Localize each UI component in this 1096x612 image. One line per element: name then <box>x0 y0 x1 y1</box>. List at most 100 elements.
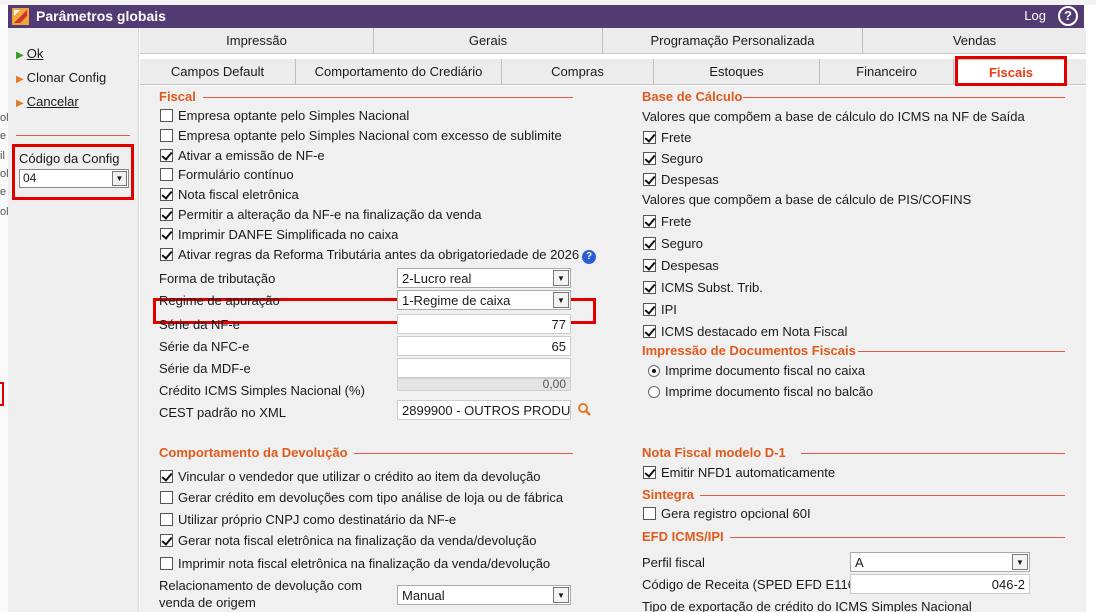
chevron-down-icon[interactable]: ▼ <box>1012 554 1028 570</box>
checkbox-box[interactable] <box>160 188 173 201</box>
config-code-label: Código da Config <box>19 151 120 166</box>
checkbox-nota-fiscal-eletronica[interactable]: Nota fiscal eletrônica <box>160 187 299 202</box>
forma-tributacao-select[interactable]: 2-Lucro real ▼ <box>397 268 571 288</box>
checkbox-gerar-nfe-devolucao[interactable]: Gerar nota fiscal eletrônica na finaliza… <box>160 533 536 548</box>
fiscais-content: Fiscal Empresa optante pelo Simples Naci… <box>140 86 1086 612</box>
perfil-fiscal-label: Perfil fiscal <box>642 555 705 570</box>
search-icon[interactable] <box>577 402 592 417</box>
checkbox-box[interactable] <box>160 470 173 483</box>
help-icon[interactable]: ? <box>582 250 597 264</box>
cancel-label: Cancelar <box>26 94 79 109</box>
checkbox-vincular-vendedor[interactable]: Vincular o vendedor que utilizar o crédi… <box>160 469 541 484</box>
clone-config-button[interactable]: ▶ Clonar Config <box>16 70 106 85</box>
checkbox-box[interactable] <box>160 513 173 526</box>
checkbox-box[interactable] <box>643 259 656 272</box>
checkbox-emissao-nfe[interactable]: Ativar a emissão de NF-e <box>160 148 325 163</box>
checkbox-gerar-credito[interactable]: Gerar crédito em devoluções com tipo aná… <box>160 490 563 505</box>
checkbox-pis-icms-st[interactable]: ICMS Subst. Trib. <box>643 280 763 295</box>
tab-compras[interactable]: Compras <box>502 59 654 85</box>
serie-mdfe-input[interactable] <box>397 358 571 378</box>
checkbox-pis-icms-destacado[interactable]: ICMS destacado em Nota Fiscal <box>643 324 847 339</box>
checkbox-box[interactable] <box>160 557 173 570</box>
radio-imprime-caixa[interactable]: Imprime documento fiscal no caixa <box>648 363 865 378</box>
checkbox-pis-frete[interactable]: Frete <box>643 214 691 229</box>
radio-imprime-balcao[interactable]: Imprime documento fiscal no balcão <box>648 384 873 398</box>
codigo-receita-input[interactable]: 046-2 <box>850 574 1030 594</box>
checkbox-icms-despesas[interactable]: Despesas <box>643 172 719 187</box>
serie-nfce-input[interactable]: 65 <box>397 336 571 356</box>
ok-button[interactable]: ▶ Ok <box>16 46 43 61</box>
radio-button[interactable] <box>648 386 660 398</box>
section-divider <box>354 453 573 454</box>
chevron-down-icon[interactable]: ▼ <box>553 292 569 308</box>
tab-vendas[interactable]: Vendas <box>863 28 1086 54</box>
checkbox-registro-60i[interactable]: Gera registro opcional 60I <box>643 506 811 521</box>
section-devolucao-title: Comportamento da Devolução <box>159 445 348 460</box>
cancel-button[interactable]: ▶ Cancelar <box>16 94 79 109</box>
chevron-down-icon[interactable]: ▼ <box>553 270 569 286</box>
help-icon[interactable]: ? <box>1058 6 1078 26</box>
section-base-calculo-title: Base de Cálculo <box>642 89 743 104</box>
checkbox-box[interactable] <box>643 152 656 165</box>
checkbox-box[interactable] <box>160 228 173 240</box>
checkbox-box[interactable] <box>643 131 656 144</box>
checkbox-label: Imprimir nota fiscal eletrônica na final… <box>178 556 551 571</box>
clone-config-label: Clonar Config <box>26 70 107 85</box>
checkbox-box[interactable] <box>160 149 173 162</box>
relacionamento-label-2: venda de origem <box>159 595 256 610</box>
checkbox-box[interactable] <box>643 466 656 479</box>
checkbox-label: Ativar a emissão de NF-e <box>178 148 325 163</box>
chevron-down-icon[interactable]: ▼ <box>112 171 127 186</box>
checkbox-pis-ipi[interactable]: IPI <box>643 302 677 317</box>
checkbox-imprimir-nfe-devolucao[interactable]: Imprimir nota fiscal eletrônica na final… <box>160 556 550 571</box>
tab-programacao-personalizada[interactable]: Programação Personalizada <box>603 28 863 54</box>
checkbox-box[interactable] <box>160 109 173 122</box>
log-button[interactable]: Log <box>1024 8 1046 23</box>
radio-button[interactable] <box>648 365 660 377</box>
tab-comportamento-crediario[interactable]: Comportamento do Crediário <box>296 59 502 85</box>
checkbox-box[interactable] <box>160 491 173 504</box>
checkbox-box[interactable] <box>643 281 656 294</box>
regime-apuracao-select[interactable]: 1-Regime de caixa ▼ <box>397 290 571 310</box>
tab-impressao[interactable]: Impressão <box>140 28 374 54</box>
checkbox-simples-nacional[interactable]: Empresa optante pelo Simples Nacional <box>160 108 409 123</box>
chevron-down-icon[interactable]: ▼ <box>553 587 569 603</box>
checkbox-emitir-nfd1[interactable]: Emitir NFD1 automaticamente <box>643 465 835 480</box>
checkbox-simples-sublimite[interactable]: Empresa optante pelo Simples Nacional co… <box>160 128 562 143</box>
cest-input[interactable]: 2899900 - OUTROS PRODUTOS <box>397 400 571 420</box>
checkbox-icms-frete[interactable]: Frete <box>643 130 691 145</box>
checkbox-box[interactable] <box>643 215 656 228</box>
checkbox-proprio-cnpj[interactable]: Utilizar próprio CNPJ como destinatário … <box>160 512 456 527</box>
checkbox-box[interactable] <box>643 325 656 338</box>
checkbox-danfe-simplificada[interactable]: Imprimir DANFE Simplificada no caixa <box>160 227 398 240</box>
checkbox-box[interactable] <box>160 248 173 261</box>
section-efd-title: EFD ICMS/IPI <box>642 529 724 544</box>
checkbox-box[interactable] <box>160 168 173 181</box>
checkbox-label: Despesas <box>661 172 719 187</box>
config-code-select[interactable]: 04 ▼ <box>19 169 129 188</box>
tab-campos-default[interactable]: Campos Default <box>140 59 296 85</box>
checkbox-box[interactable] <box>643 173 656 186</box>
window-title: Parâmetros globais <box>36 8 166 24</box>
checkbox-box[interactable] <box>160 534 173 547</box>
checkbox-box[interactable] <box>643 507 656 520</box>
perfil-fiscal-select[interactable]: A ▼ <box>850 552 1030 572</box>
tab-gerais[interactable]: Gerais <box>374 28 603 54</box>
tab-financeiro[interactable]: Financeiro <box>820 59 954 85</box>
checkbox-box[interactable] <box>160 208 173 221</box>
checkbox-pis-despesas[interactable]: Despesas <box>643 258 719 273</box>
checkbox-pis-seguro[interactable]: Seguro <box>643 236 703 251</box>
cest-label: CEST padrão no XML <box>159 405 286 420</box>
checkbox-box[interactable] <box>160 129 173 142</box>
relacionamento-select[interactable]: Manual ▼ <box>397 585 571 605</box>
tab-estoques[interactable]: Estoques <box>654 59 820 85</box>
checkbox-reforma-tributaria[interactable]: Ativar regras da Reforma Tributária ante… <box>160 247 597 264</box>
serie-nfe-input[interactable]: 77 <box>397 314 571 334</box>
checkbox-box[interactable] <box>643 237 656 250</box>
checkbox-formulario-continuo[interactable]: Formulário contínuo <box>160 167 294 182</box>
checkbox-icms-seguro[interactable]: Seguro <box>643 151 703 166</box>
checkbox-box[interactable] <box>643 303 656 316</box>
serie-mdfe-label: Série da MDF-e <box>159 361 251 376</box>
checkbox-label: Utilizar próprio CNPJ como destinatário … <box>178 512 457 527</box>
checkbox-alteracao-nfe[interactable]: Permitir a alteração da NF-e na finaliza… <box>160 207 482 222</box>
